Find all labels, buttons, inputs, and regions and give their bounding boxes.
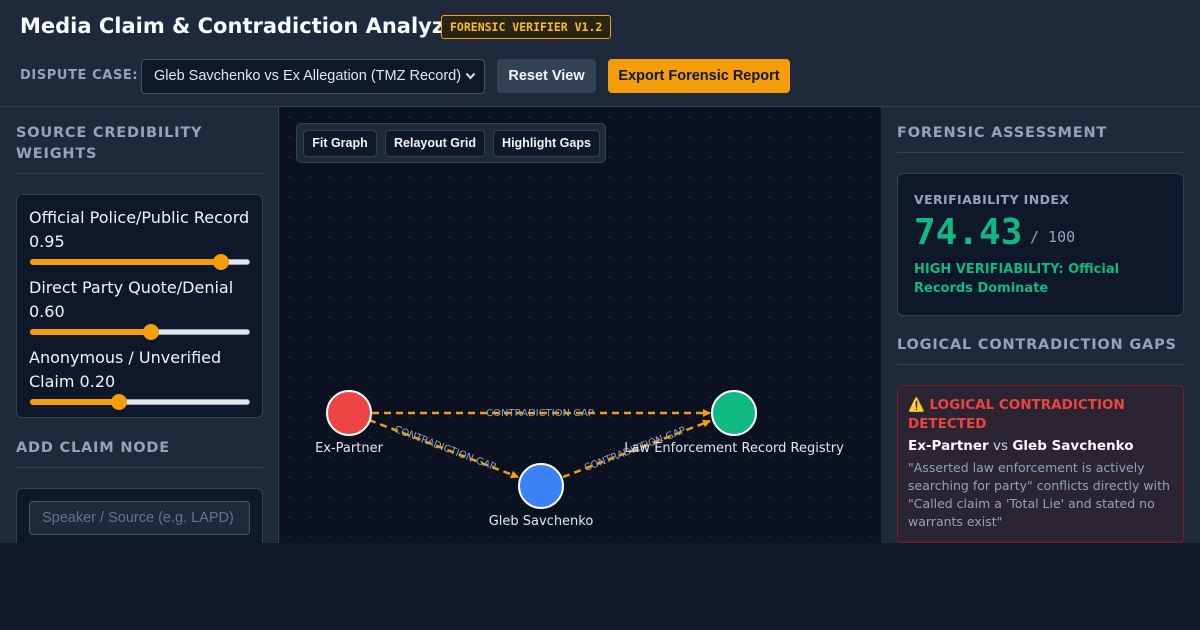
party-b: Gleb Savchenko [1012, 438, 1134, 454]
graph-svg: CONTRADICTION GAP CONTRADICTION GAP CONT… [315, 390, 844, 529]
node-label-ex-partner: Ex-Partner [315, 441, 383, 456]
weight-value-quote: 0.60 [29, 302, 65, 321]
node-label-gleb-savchenko: Gleb Savchenko [489, 514, 594, 529]
chevron-down-icon [465, 60, 476, 93]
app-header: Media Claim & Contradiction Analyzer FOR… [0, 0, 1200, 107]
version-badge: FORENSIC VERIFIER V1.2 [441, 15, 612, 39]
weights-heading: SOURCE CREDIBILITY WEIGHTS [16, 123, 263, 174]
relayout-grid-button[interactable]: Relayout Grid [385, 130, 485, 157]
export-report-button[interactable]: Export Forensic Report [608, 59, 790, 93]
forensic-assessment-heading: FORENSIC ASSESSMENT [897, 123, 1184, 153]
contradiction-card[interactable]: ⚠️ LOGICAL CONTRADICTION DETECTED Ex-Par… [897, 385, 1184, 543]
contradiction-detail: "Asserted law enforcement is actively se… [908, 460, 1170, 529]
slider-thumb[interactable] [111, 394, 127, 410]
weight-value-anonymous: 0.20 [79, 372, 116, 391]
node-gleb-savchenko[interactable] [518, 463, 564, 509]
weight-label-police: Official Police/Public Record 0.95 [29, 208, 250, 251]
edge-label-ex-to-law: CONTRADICTION GAP [486, 408, 594, 419]
versus-label: vs [993, 438, 1009, 454]
node-ex-partner[interactable] [326, 390, 372, 436]
party-a: Ex-Partner [908, 438, 989, 454]
weights-card: Official Police/Public Record 0.95 Direc… [16, 194, 263, 418]
contradiction-title: ⚠️ LOGICAL CONTRADICTION DETECTED [908, 397, 1125, 432]
contradiction-gaps-heading: LOGICAL CONTRADICTION GAPS [897, 335, 1184, 365]
weight-slider-quote[interactable] [30, 324, 250, 340]
slider-thumb[interactable] [213, 254, 229, 270]
claim-graph-canvas[interactable]: CONTRADICTION GAP CONTRADICTION GAP CONT… [280, 107, 880, 543]
verifiability-card: VERIFIABILITY INDEX 74.43 / 100 HIGH VER… [897, 173, 1184, 316]
dispute-case-value: Gleb Savchenko vs Ex Allegation (TMZ Rec… [154, 68, 462, 84]
add-claim-card: Speaker / Source (e.g. LAPD) [16, 488, 263, 543]
dispute-case-select[interactable]: Gleb Savchenko vs Ex Allegation (TMZ Rec… [141, 59, 485, 94]
speaker-source-input[interactable]: Speaker / Source (e.g. LAPD) [29, 501, 250, 535]
right-panel: FORENSIC ASSESSMENT VERIFIABILITY INDEX … [881, 107, 1200, 543]
weight-label-quote: Direct Party Quote/Denial 0.60 [29, 278, 234, 321]
fit-graph-button[interactable]: Fit Graph [303, 130, 377, 157]
graph-toolbar: Fit Graph Relayout Grid Highlight Gaps [296, 123, 606, 163]
contradiction-parties: Ex-Partner vs Gleb Savchenko [908, 438, 1178, 454]
verifiability-max: / 100 [1030, 228, 1076, 246]
verifiability-label: VERIFIABILITY INDEX [914, 192, 1070, 207]
edge-label-ex-to-gleb: CONTRADICTION GAP [393, 424, 497, 473]
app-title: Media Claim & Contradiction Analyzer [20, 14, 469, 38]
dispute-case-label: DISPUTE CASE: [20, 68, 139, 83]
verifiability-status: HIGH VERIFIABILITY: Official Records Dom… [914, 262, 1120, 296]
weight-value-police: 0.95 [29, 232, 65, 251]
highlight-gaps-button[interactable]: Highlight Gaps [493, 130, 600, 157]
node-label-law-enforcement: Law Enforcement Record Registry [624, 441, 844, 456]
warning-icon: ⚠️ [908, 397, 925, 413]
verifiability-value: 74.43 [914, 212, 1023, 253]
slider-thumb[interactable] [143, 324, 159, 340]
weight-slider-police[interactable] [30, 254, 250, 270]
add-claim-heading: ADD CLAIM NODE [16, 438, 263, 468]
weight-label-anonymous: Anonymous / Unverified Claim 0.20 [29, 348, 222, 391]
reset-view-button[interactable]: Reset View [497, 59, 596, 93]
weight-slider-anonymous[interactable] [30, 394, 250, 410]
node-law-enforcement[interactable] [711, 390, 757, 436]
left-panel: SOURCE CREDIBILITY WEIGHTS Official Poli… [0, 107, 279, 543]
